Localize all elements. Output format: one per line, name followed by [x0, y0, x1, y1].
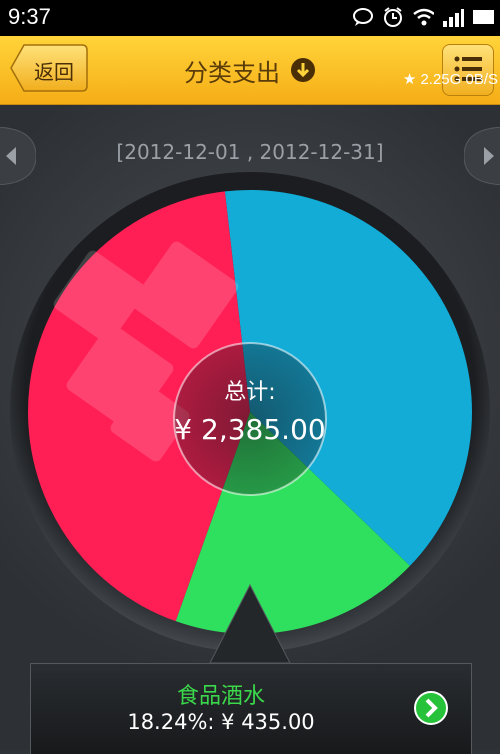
back-label: 返回 [34, 60, 74, 84]
status-bar: 9:37 [0, 0, 500, 36]
wifi-icon [412, 6, 434, 28]
pie-pointer [205, 583, 295, 664]
page-title: 分类支出 [184, 58, 280, 87]
date-range: [2012-12-01 , 2012-12-31] [116, 140, 384, 164]
total-label: 总计: [224, 380, 275, 405]
battery-icon [472, 6, 494, 28]
status-icons [352, 6, 494, 28]
network-speed: ★ 2.25G 0B/S [402, 71, 498, 88]
selected-category-panel[interactable]: 食品酒水 18.24%: ¥ 435.00 [30, 663, 472, 754]
chevron-down-icon[interactable] [290, 57, 316, 83]
main-area: [2012-12-01 , 2012-12-31] 总计: ¥ 2,385.00… [0, 105, 500, 754]
chat-icon [352, 6, 374, 28]
category-detail-button[interactable] [413, 690, 449, 726]
alarm-icon [382, 6, 404, 28]
chevron-right-icon [414, 691, 448, 725]
header-bar: 分类支出 返回 ★ 2.25G 0B/S [0, 36, 500, 105]
category-detail: 18.24%: ¥ 435.00 [127, 710, 315, 734]
back-button[interactable]: 返回 [10, 44, 88, 92]
signal-icon [442, 6, 464, 28]
total-value: ¥ 2,385.00 [174, 413, 325, 446]
category-name: 食品酒水 [176, 684, 265, 709]
status-time: 9:37 [8, 4, 51, 29]
